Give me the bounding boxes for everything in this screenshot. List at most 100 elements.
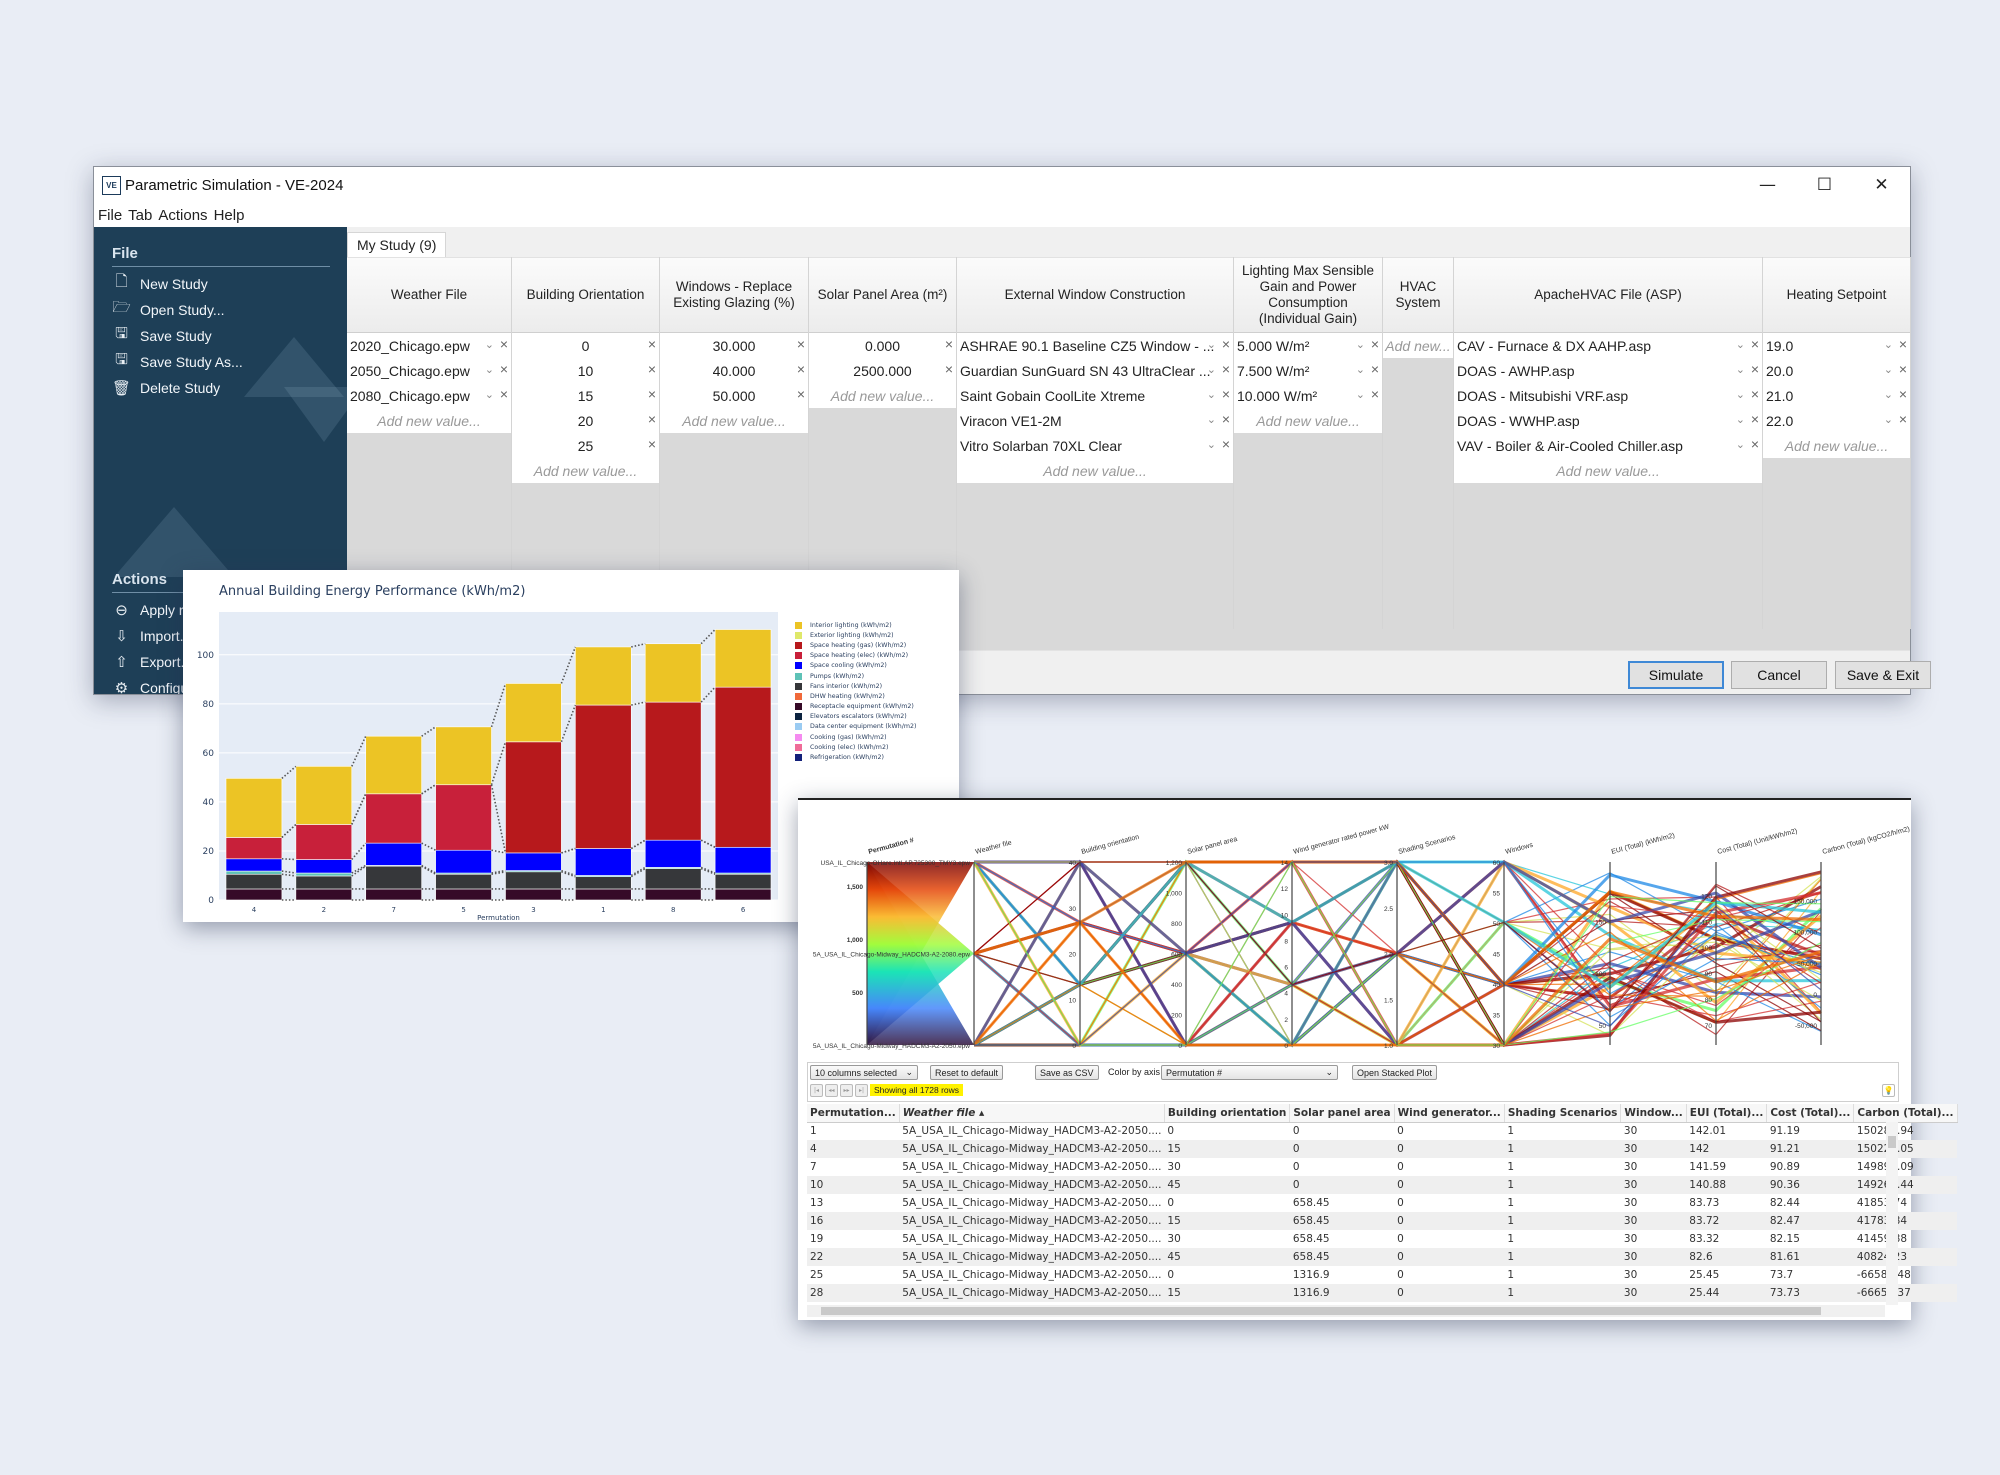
tab-my-study[interactable]: My Study (9): [347, 232, 447, 257]
bar-segment[interactable]: [295, 888, 353, 901]
add-value-input[interactable]: Add new value...: [1234, 408, 1382, 433]
legend-item[interactable]: DHW heating (kWh/m2): [795, 691, 916, 701]
first-page-icon[interactable]: |◂: [810, 1084, 823, 1097]
remove-value-icon[interactable]: ×: [1222, 386, 1230, 402]
bar-segment[interactable]: [505, 888, 562, 901]
horizontal-scrollbar[interactable]: [807, 1305, 1885, 1317]
table-row[interactable]: 25 5A_USA_IL_Chicago-Midway_HADCM3-A2-205…: [807, 1266, 1957, 1284]
value-cell[interactable]: 22.0 ⌄ ×: [1763, 408, 1910, 433]
bar-segment[interactable]: [295, 824, 353, 860]
bar-segment[interactable]: [575, 888, 632, 901]
chevron-down-icon[interactable]: ⌄: [1884, 413, 1893, 426]
cancel-button[interactable]: Cancel: [1731, 661, 1827, 689]
chevron-down-icon[interactable]: ⌄: [485, 363, 494, 376]
legend-item[interactable]: Data center equipment (kWh/m2): [795, 722, 916, 732]
menu-tab[interactable]: Tab: [128, 207, 152, 224]
remove-value-icon[interactable]: ×: [797, 386, 805, 402]
add-value-input[interactable]: Add new value...: [660, 408, 808, 433]
remove-value-icon[interactable]: ×: [648, 336, 656, 352]
value-cell[interactable]: 10.000 W/m² ⌄ ×: [1234, 383, 1382, 408]
chevron-down-icon[interactable]: ⌄: [1356, 388, 1365, 401]
prev-page-icon[interactable]: ◂◂: [825, 1084, 838, 1097]
chevron-down-icon[interactable]: ⌄: [1884, 338, 1893, 351]
value-cell[interactable]: 7.500 W/m² ⌄ ×: [1234, 358, 1382, 383]
column-header[interactable]: Weather File: [347, 257, 511, 333]
close-button[interactable]: ✕: [1853, 167, 1910, 203]
bar-segment[interactable]: [575, 704, 632, 849]
bar-segment[interactable]: [435, 888, 492, 901]
remove-value-icon[interactable]: ×: [1371, 386, 1379, 402]
legend-item[interactable]: Interior lighting (kWh/m2): [795, 620, 916, 630]
add-value-input[interactable]: Add new value...: [809, 383, 956, 408]
remove-value-icon[interactable]: ×: [1751, 336, 1759, 352]
legend-item[interactable]: Space heating (gas) (kWh/m2): [795, 640, 916, 650]
legend-item[interactable]: Pumps (kWh/m2): [795, 671, 916, 681]
bar-segment[interactable]: [365, 865, 422, 890]
chevron-down-icon[interactable]: ⌄: [1884, 388, 1893, 401]
simulate-button[interactable]: Simulate: [1628, 661, 1724, 689]
value-cell[interactable]: 21.0 ⌄ ×: [1763, 383, 1910, 408]
remove-value-icon[interactable]: ×: [648, 361, 656, 377]
menu-file[interactable]: File: [98, 207, 122, 224]
chevron-down-icon[interactable]: ⌄: [1207, 438, 1216, 451]
bar-segment[interactable]: [575, 848, 632, 876]
table-row[interactable]: 7 5A_USA_IL_Chicago-Midway_HADCM3-A2-2050…: [807, 1158, 1957, 1176]
bar-segment[interactable]: [365, 793, 422, 844]
value-cell[interactable]: VAV - Boiler & Air-Cooled Chiller.asp ⌄ ×: [1454, 433, 1762, 458]
add-value-input[interactable]: Add new value...: [347, 408, 511, 433]
column-header[interactable]: Lighting Max Sensible Gain and Power Con…: [1234, 257, 1382, 333]
value-cell[interactable]: 30.000 ×: [660, 333, 808, 358]
table-column-header[interactable]: EUI (Total)...: [1686, 1104, 1768, 1123]
scroll-thumb[interactable]: [1888, 1136, 1896, 1148]
value-cell[interactable]: 2020_Chicago.epw ⌄ ×: [347, 333, 511, 358]
sidebar-item-new-study[interactable]: 🗋 New Study: [112, 273, 347, 293]
bar-segment[interactable]: [365, 888, 422, 901]
remove-value-icon[interactable]: ×: [1751, 386, 1759, 402]
remove-value-icon[interactable]: ×: [797, 361, 805, 377]
remove-value-icon[interactable]: ×: [1751, 361, 1759, 377]
table-row[interactable]: 16 5A_USA_IL_Chicago-Midway_HADCM3-A2-205…: [807, 1212, 1957, 1230]
chevron-down-icon[interactable]: ⌄: [1736, 438, 1745, 451]
chevron-down-icon[interactable]: ⌄: [485, 388, 494, 401]
open-stacked-plot-button[interactable]: Open Stacked Plot: [1352, 1065, 1438, 1080]
remove-value-icon[interactable]: ×: [1371, 361, 1379, 377]
value-cell[interactable]: 20.0 ⌄ ×: [1763, 358, 1910, 383]
bar-segment[interactable]: [225, 873, 283, 890]
value-cell[interactable]: 50.000 ×: [660, 383, 808, 408]
chevron-down-icon[interactable]: ⌄: [1736, 363, 1745, 376]
remove-value-icon[interactable]: ×: [1222, 336, 1230, 352]
value-cell[interactable]: ASHRAE 90.1 Baseline CZ5 Window - ... ⌄ ×: [957, 333, 1233, 358]
add-value-input[interactable]: Add new value...: [1454, 458, 1762, 483]
column-header[interactable]: Building Orientation: [512, 257, 659, 333]
value-cell[interactable]: 25 ×: [512, 433, 659, 458]
add-value-input[interactable]: Add new value...: [512, 458, 659, 483]
column-header[interactable]: External Window Construction: [957, 257, 1233, 333]
maximize-button[interactable]: ☐: [1796, 167, 1853, 203]
bar-segment[interactable]: [295, 872, 353, 877]
chevron-down-icon[interactable]: ⌄: [1736, 388, 1745, 401]
value-cell[interactable]: Guardian SunGuard SN 43 UltraClear ... ⌄ ×: [957, 358, 1233, 383]
value-cell[interactable]: 2080_Chicago.epw ⌄ ×: [347, 383, 511, 408]
bar-segment[interactable]: [575, 876, 632, 890]
save-csv-button[interactable]: Save as CSV: [1035, 1065, 1099, 1080]
remove-value-icon[interactable]: ×: [1899, 386, 1907, 402]
add-value-input[interactable]: Add new value...: [1763, 433, 1910, 458]
value-cell[interactable]: Viracon VE1-2M ⌄ ×: [957, 408, 1233, 433]
bar-segment[interactable]: [714, 888, 772, 901]
chevron-down-icon[interactable]: ⌄: [1207, 338, 1216, 351]
bar-segment[interactable]: [644, 643, 702, 703]
legend-item[interactable]: Space heating (elec) (kWh/m2): [795, 651, 916, 661]
bar-segment[interactable]: [295, 859, 353, 874]
remove-value-icon[interactable]: ×: [500, 336, 508, 352]
table-column-header[interactable]: Solar panel area: [1289, 1104, 1395, 1123]
value-cell[interactable]: 20 ×: [512, 408, 659, 433]
bar-segment[interactable]: [644, 701, 702, 841]
chevron-down-icon[interactable]: ⌄: [1356, 338, 1365, 351]
bar-segment[interactable]: [505, 852, 562, 871]
columns-select[interactable]: 10 columns selected ⌄: [810, 1065, 918, 1080]
column-header[interactable]: Windows - Replace Existing Glazing (%): [660, 257, 808, 333]
chevron-down-icon[interactable]: ⌄: [1736, 338, 1745, 351]
sidebar-item-open-study[interactable]: 🗁 Open Study...: [112, 299, 347, 319]
table-row[interactable]: 10 5A_USA_IL_Chicago-Midway_HADCM3-A2-205…: [807, 1176, 1957, 1194]
bar-segment[interactable]: [365, 735, 422, 795]
